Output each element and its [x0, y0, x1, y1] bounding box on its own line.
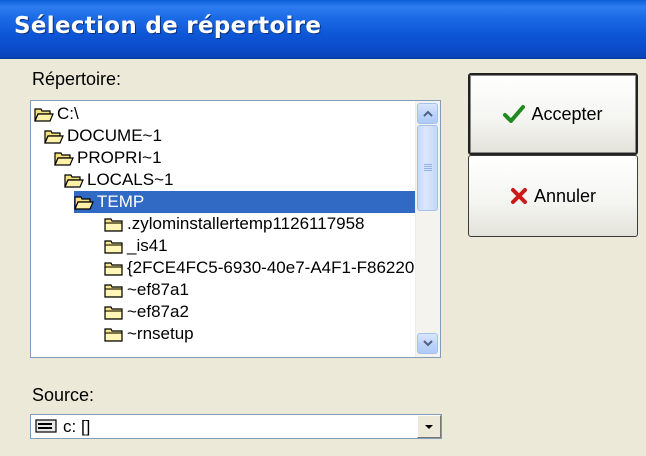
open-folder-icon: [54, 152, 74, 166]
tree-item[interactable]: ~ef87a2: [104, 301, 193, 323]
tree-item[interactable]: DOCUME~1: [44, 125, 166, 147]
directory-selection-dialog: Sélection de répertoire Répertoire: C:\ D…: [0, 0, 646, 456]
checkmark-icon: [503, 104, 526, 124]
tree-item[interactable]: {2FCE4FC5-6930-40e7-A4F1-F862207: [104, 257, 416, 279]
tree-item-label: {2FCE4FC5-6930-40e7-A4F1-F862207: [127, 258, 416, 277]
source-drive-select[interactable]: c: []: [30, 414, 442, 439]
open-folder-icon: [74, 196, 94, 210]
source-label: Source:: [32, 385, 95, 405]
folder-icon: [104, 262, 123, 276]
tree-item[interactable]: ~ef87a1: [104, 279, 193, 301]
folder-icon: [104, 218, 123, 232]
x-mark-icon: [510, 187, 528, 205]
open-folder-icon: [44, 130, 64, 144]
tree-item-selected[interactable]: TEMP: [74, 191, 416, 213]
vertical-scrollbar[interactable]: [415, 101, 440, 357]
tree-item-label: ~ef87a2: [127, 302, 189, 321]
directory-tree-list[interactable]: C:\ DOCUME~1 PROPRI~1 LOCALS~1 TEMP .zylomins…: [30, 100, 441, 358]
directory-label: Répertoire:: [32, 69, 122, 89]
tree-item[interactable]: C:\: [34, 103, 83, 125]
tree-item-label: DOCUME~1: [67, 126, 162, 145]
scroll-down-button[interactable]: [417, 333, 438, 354]
triangle-down-icon: [425, 424, 433, 429]
accept-button[interactable]: Accepter: [468, 73, 638, 155]
tree-item[interactable]: _is41: [104, 235, 172, 257]
cancel-button-label: Annuler: [533, 185, 597, 206]
tree-item-label: ~ef87a1: [127, 280, 189, 299]
source-drive-value: c: []: [63, 417, 91, 436]
cancel-button[interactable]: Annuler: [468, 155, 638, 237]
folder-icon: [104, 284, 123, 298]
title-bar[interactable]: Sélection de répertoire: [0, 0, 646, 59]
tree-item-label: _is41: [127, 236, 168, 255]
tree-item-label: .zylominstallertemp1126117958: [127, 214, 365, 233]
tree-item-label: LOCALS~1: [87, 170, 174, 189]
tree-item-label: PROPRI~1: [77, 148, 162, 167]
dropdown-arrow-button[interactable]: [417, 415, 441, 438]
tree-item[interactable]: ~rnsetup: [104, 323, 198, 345]
accept-button-label: Accepter: [531, 103, 603, 124]
chevron-up-icon: [422, 110, 433, 117]
open-folder-icon: [34, 108, 54, 122]
tree-item[interactable]: .zylominstallertemp1126117958: [104, 213, 369, 235]
directory-tree-items: C:\ DOCUME~1 PROPRI~1 LOCALS~1 TEMP .zylomins…: [31, 101, 416, 357]
chevron-down-icon: [422, 340, 433, 347]
drive-icon: [35, 419, 57, 433]
window-title: Sélection de répertoire: [14, 13, 322, 39]
tree-item-label: ~rnsetup: [127, 324, 194, 343]
scroll-up-button[interactable]: [417, 103, 438, 124]
tree-item-label: C:\: [57, 104, 79, 123]
scroll-thumb[interactable]: [417, 125, 438, 211]
folder-icon: [104, 306, 123, 320]
open-folder-icon: [64, 174, 84, 188]
folder-icon: [104, 240, 123, 254]
tree-item[interactable]: PROPRI~1: [54, 147, 166, 169]
folder-icon: [104, 328, 123, 342]
tree-item-label: TEMP: [97, 192, 145, 211]
tree-item[interactable]: LOCALS~1: [64, 169, 177, 191]
